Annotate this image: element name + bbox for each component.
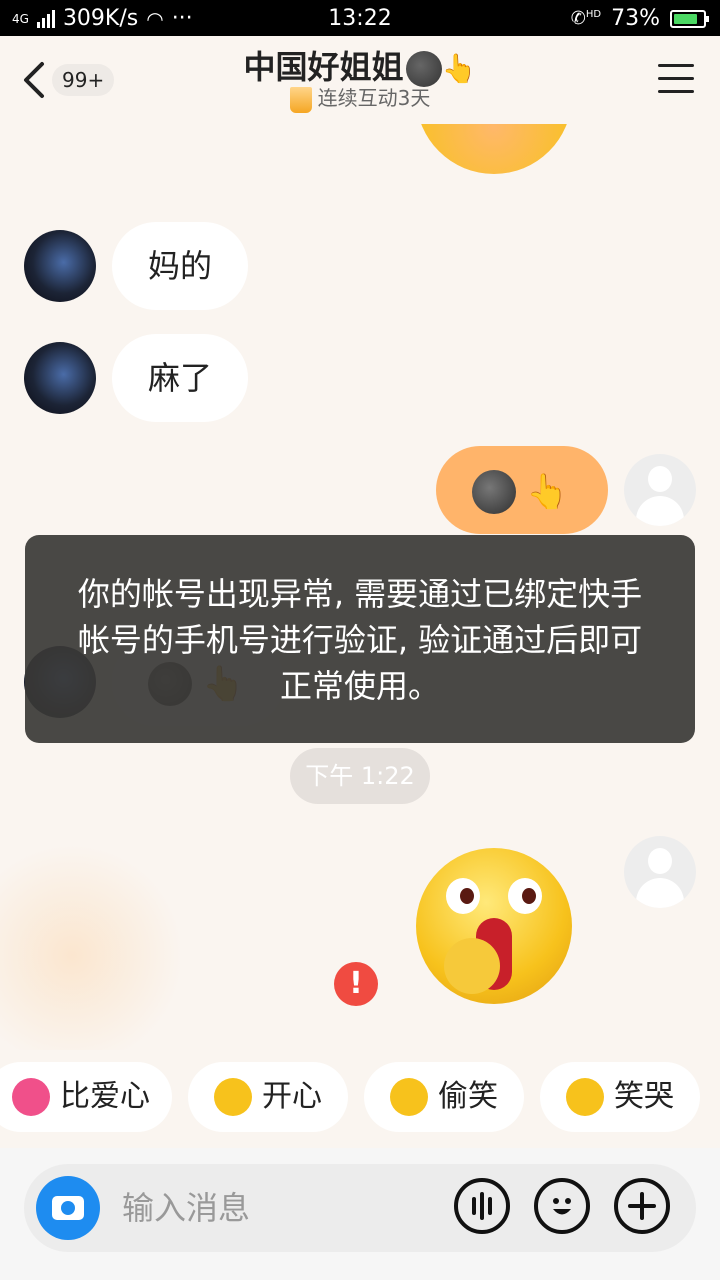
interaction-streak: 连续互动3天 [0,82,720,113]
pointing-up-icon: 👆 [526,472,569,512]
more-plus-button[interactable] [614,1178,670,1234]
chat-title-text: 中国好姐姐 [243,48,404,86]
giggle-face-icon [390,1078,428,1116]
emoji-button[interactable] [534,1178,590,1234]
contact-avatar[interactable] [24,342,96,414]
quick-reply-label: 比爱心 [60,1079,150,1114]
quick-reply-chip[interactable]: 偷笑 [364,1062,524,1132]
tears-of-joy-icon [566,1078,604,1116]
cup-icon [289,86,312,113]
status-bar: 4G 309K/s ◠ ··· 13:22 ✆HD 73% [0,0,720,36]
voice-icon [472,1192,492,1220]
input-area: 输入消息 [0,1148,720,1280]
menu-icon[interactable] [658,64,694,94]
sticker-partial [416,124,572,174]
my-avatar[interactable] [624,454,696,526]
background-decoration [0,840,180,1050]
message-bubble-received[interactable]: 妈的 [112,222,249,310]
battery-percent: 73% [611,6,660,31]
plus-icon [628,1192,656,1220]
battery-icon [670,9,709,28]
laughing-face-icon [214,1078,252,1116]
camera-button[interactable] [36,1176,100,1240]
quick-reply-bar: 比爱心 开心 偷笑 笑哭 [0,1060,720,1136]
yawning-face-sticker[interactable] [416,848,572,1004]
moon-face-icon [472,470,516,514]
my-avatar[interactable] [624,836,696,908]
message-input[interactable]: 输入消息 [122,1164,250,1252]
send-failed-icon[interactable]: ! [334,962,378,1006]
camera-icon [52,1196,84,1220]
message-timestamp: 下午 1:22 [290,748,430,804]
heart-icon [12,1078,50,1116]
account-abnormal-toast: 你的帐号出现异常, 需要通过已绑定快手帐号的手机号进行验证, 验证通过后即可正常… [25,535,695,743]
quick-reply-label: 偷笑 [438,1079,498,1114]
contact-avatar[interactable] [24,230,96,302]
pointing-up-icon: 👆 [441,52,477,85]
message-bubble-sent[interactable]: 👆 [436,446,608,534]
chat-header: 99+ 中国好姐姐 👆 连续互动3天 [0,36,720,124]
quick-reply-label: 笑哭 [614,1079,674,1114]
phone-hd-icon: ✆HD [570,8,602,29]
message-input-box: 输入消息 [24,1164,696,1252]
smiley-icon [553,1198,571,1215]
quick-reply-chip[interactable]: 比爱心 [0,1062,172,1132]
quick-reply-label: 开心 [262,1079,322,1114]
quick-reply-chip[interactable]: 开心 [188,1062,348,1132]
streak-label: 连续互动3天 [317,86,431,110]
message-bubble-received[interactable]: 麻了 [112,334,249,422]
quick-reply-chip[interactable]: 笑哭 [540,1062,700,1132]
voice-button[interactable] [454,1178,510,1234]
